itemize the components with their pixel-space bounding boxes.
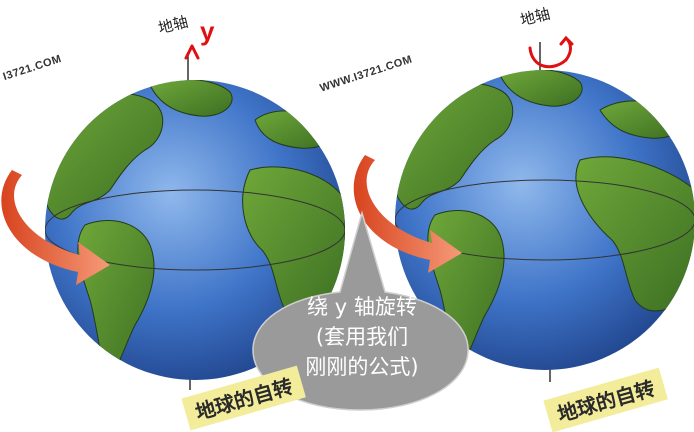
red-rotation-annotation-icon	[528, 35, 574, 69]
callout-line-1: 绕 y 轴旋转	[307, 295, 417, 319]
callout-line-3: 刚刚的公式)	[305, 355, 419, 379]
callout-line-2: (套用我们	[315, 325, 409, 349]
red-up-arrow-icon	[184, 44, 200, 60]
left-axis-variable: y	[200, 16, 215, 46]
callout-text: 绕 y 轴旋转 (套用我们 刚刚的公式)	[262, 292, 462, 382]
